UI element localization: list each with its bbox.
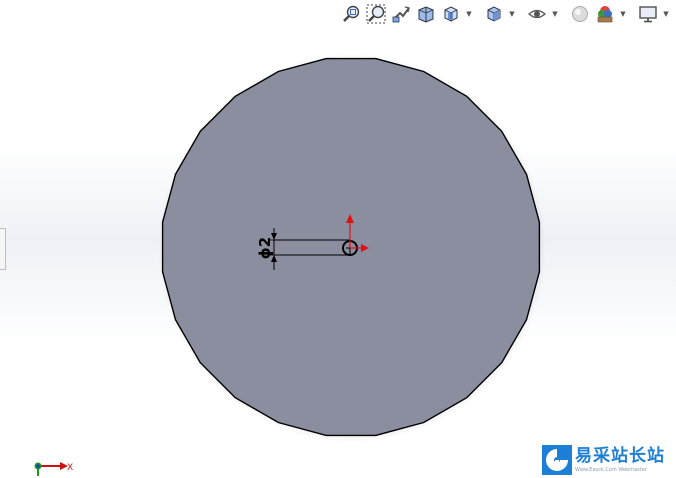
graphics-area[interactable]: ϕ2 X [0, 0, 676, 478]
heads-up-view-toolbar: ▼ ▼ ▼ ▼ ▼ [340, 2, 670, 26]
view-settings-button[interactable] [637, 3, 659, 25]
zoom-to-fit-icon [343, 5, 360, 22]
task-pane-handle[interactable] [0, 228, 6, 270]
apply-scene-button[interactable] [594, 3, 616, 25]
watermark-title: 易采站长站 [575, 445, 665, 466]
display-style-dropdown[interactable]: ▼ [508, 3, 516, 25]
monitor-icon [639, 6, 657, 23]
section-view-icon [418, 6, 434, 23]
section-view-button[interactable] [415, 3, 437, 25]
hide-show-items-button[interactable] [526, 3, 548, 25]
view-orientation-dropdown[interactable]: ▼ [465, 3, 473, 25]
eye-icon [528, 9, 546, 19]
appearance-icon [572, 6, 588, 22]
zoom-to-fit-button[interactable] [340, 3, 362, 25]
watermark-logo-icon [542, 445, 572, 475]
view-orientation-button[interactable] [440, 3, 462, 25]
edit-appearance-button[interactable] [569, 3, 591, 25]
zoom-to-area-button[interactable] [365, 3, 387, 25]
display-style-icon [487, 6, 501, 22]
dimension-label: ϕ2 [256, 237, 274, 259]
view-orientation-icon [444, 6, 458, 22]
hide-show-items-dropdown[interactable]: ▼ [551, 3, 559, 25]
triad-x-label: X [67, 463, 73, 473]
scene-icon [597, 6, 613, 23]
display-style-button[interactable] [483, 3, 505, 25]
model-canvas[interactable]: ϕ2 X [0, 0, 676, 478]
zoom-to-area-icon [366, 4, 386, 24]
apply-scene-dropdown[interactable]: ▼ [619, 3, 627, 25]
previous-view-icon [392, 6, 410, 23]
previous-view-button[interactable] [390, 3, 412, 25]
circular-face[interactable] [161, 57, 541, 437]
reference-triad: X [34, 462, 73, 476]
watermark-subtitle: Www.Easck.Com Webmaster [575, 466, 647, 473]
watermark-badge: 易采站长站 Www.Easck.Com Webmaster [540, 442, 676, 478]
view-settings-dropdown[interactable]: ▼ [662, 3, 670, 25]
